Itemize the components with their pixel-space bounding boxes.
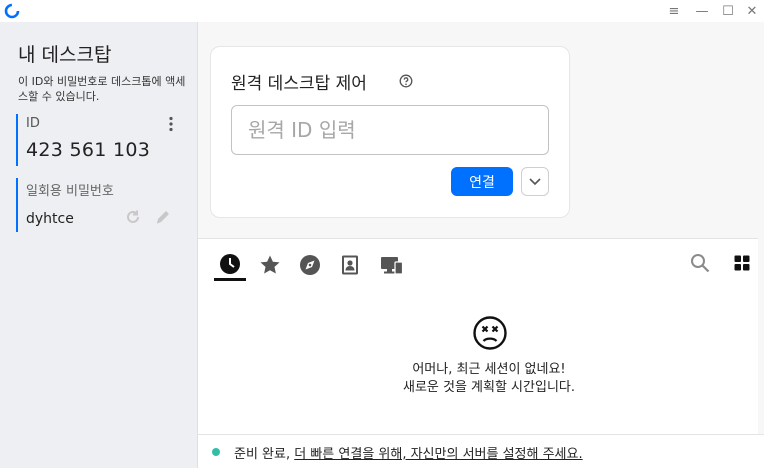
- sidebar-description: 이 ID와 비밀번호로 데스크톱에 액세스할 수 있습니다.: [18, 75, 186, 103]
- id-block: ID 423 561 103: [16, 114, 184, 166]
- connect-options-dropdown[interactable]: [521, 167, 549, 196]
- id-label: ID: [26, 116, 40, 131]
- devices-icon: [381, 257, 404, 275]
- tab-favorites[interactable]: [254, 249, 286, 281]
- minimize-icon[interactable]: —: [688, 0, 716, 22]
- tab-discovered[interactable]: [294, 249, 326, 281]
- title-bar: ≡ — ☐ ✕: [0, 0, 764, 22]
- main-area: 원격 데스크탑 제어 연결: [198, 22, 764, 468]
- search-icon[interactable]: [686, 249, 714, 277]
- empty-state-message: 어머나, 최근 세션이 없네요! 새로운 것을 계획할 시간입니다.: [198, 361, 764, 397]
- refresh-icon[interactable]: [124, 208, 142, 226]
- tab-recent-sessions[interactable]: [214, 249, 246, 281]
- dizzy-face-icon: [473, 316, 507, 350]
- connect-button[interactable]: 연결: [451, 167, 513, 196]
- compass-icon: [300, 255, 320, 275]
- status-ready-text: 준비 완료,: [234, 447, 291, 462]
- close-icon[interactable]: ✕: [738, 0, 764, 22]
- status-bar: 준비 완료, 더 빠른 연결을 위해, 자신만의 서버를 설정해 주세요.: [198, 434, 764, 468]
- help-icon[interactable]: [399, 74, 413, 88]
- empty-state-line1: 어머나, 최근 세션이 없네요!: [412, 362, 566, 377]
- app-logo-icon: [4, 3, 20, 19]
- sessions-panel: 어머나, 최근 세션이 없네요! 새로운 것을 계획할 시간입니다.: [198, 238, 758, 434]
- status-indicator: [212, 448, 220, 456]
- grid-view-icon[interactable]: [728, 249, 756, 277]
- id-value[interactable]: 423 561 103: [26, 139, 184, 161]
- empty-state-line2: 새로운 것을 계획할 시간입니다.: [402, 380, 575, 395]
- status-text: 준비 완료, 더 빠른 연결을 위해, 자신만의 서버를 설정해 주세요.: [234, 443, 583, 462]
- connect-card: 원격 데스크탑 제어 연결: [210, 46, 570, 218]
- chevron-down-icon: [529, 177, 541, 185]
- password-block: 일회용 비밀번호 dyhtce: [16, 178, 184, 232]
- menu-icon[interactable]: ≡: [660, 0, 688, 22]
- setup-server-link[interactable]: 더 빠른 연결을 위해, 자신만의 서버를 설정해 주세요.: [294, 447, 582, 462]
- password-label: 일회용 비밀번호: [26, 184, 114, 199]
- sidebar-title: 내 데스크탑: [18, 44, 112, 66]
- edit-icon[interactable]: [154, 208, 172, 226]
- star-icon: [260, 255, 280, 274]
- connect-card-title: 원격 데스크탑 제어: [231, 74, 367, 94]
- tab-address-book[interactable]: [334, 249, 366, 281]
- clock-icon: [220, 253, 240, 274]
- more-options-icon[interactable]: [166, 116, 176, 132]
- sidebar: 내 데스크탑 이 ID와 비밀번호로 데스크톱에 액세스할 수 있습니다. ID…: [0, 22, 198, 468]
- contact-book-icon: [342, 255, 358, 275]
- remote-id-input[interactable]: [231, 105, 549, 155]
- tab-devices[interactable]: [376, 249, 408, 281]
